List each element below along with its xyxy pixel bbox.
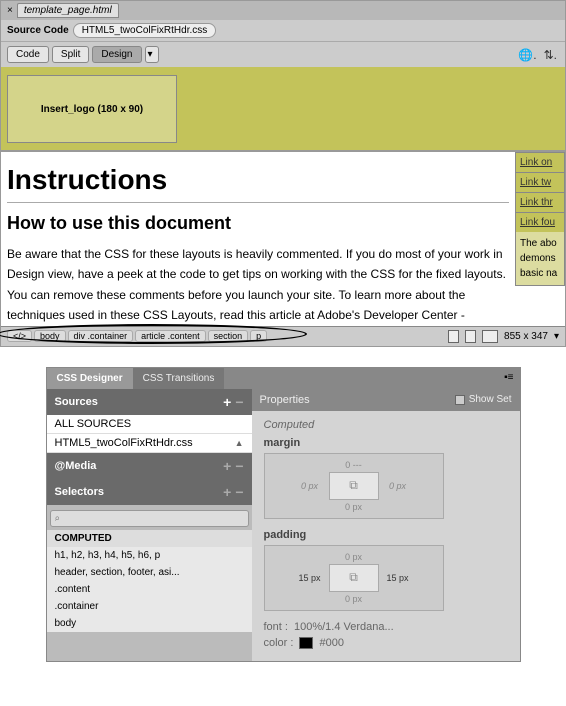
link-icon[interactable]: ⧉ [349, 570, 358, 585]
selector-row[interactable]: header, section, footer, asi... [47, 564, 252, 581]
right-sidebar: Link on Link tw Link thr Link fou The ab… [515, 152, 565, 326]
properties-column: Properties Show Set Computed margin 0 --… [252, 389, 520, 661]
globe-icon[interactable]: 🌐. [516, 48, 538, 62]
tag-crumb[interactable]: div .container [68, 330, 134, 342]
search-input[interactable] [50, 510, 249, 527]
editor-window: × template_page.html Source Code HTML5_t… [0, 0, 566, 347]
computed-category: Computed [264, 419, 508, 431]
color-property-row[interactable]: color : #000 [264, 637, 508, 649]
computed-row[interactable]: COMPUTED [47, 530, 252, 547]
tag-crumb[interactable]: p [250, 330, 267, 342]
padding-top-value[interactable]: 0 px [269, 550, 439, 564]
download-icon[interactable]: ⇅. [542, 48, 559, 62]
color-label: color : [264, 637, 294, 649]
tab-css-designer[interactable]: CSS Designer [47, 368, 133, 389]
remove-selector-icon[interactable]: − [235, 484, 243, 500]
page-header-banner: Insert_logo (180 x 90) [1, 67, 565, 152]
sidebar-link[interactable]: Link thr [515, 192, 565, 212]
tag-selector-bar: </> body div .container article .content… [1, 326, 565, 346]
padding-left-value[interactable]: 15 px [291, 573, 329, 583]
sources-header: Sources + − [47, 389, 252, 415]
tag-crumb[interactable]: body [34, 330, 66, 342]
selector-row[interactable]: body [47, 615, 252, 632]
add-source-icon[interactable]: + [223, 394, 231, 410]
design-view-button[interactable]: Design [92, 46, 141, 63]
logo-placeholder[interactable]: Insert_logo (180 x 90) [7, 75, 177, 143]
selector-row[interactable]: .content [47, 581, 252, 598]
design-canvas: Insert_logo (180 x 90) Instructions How … [1, 67, 565, 326]
related-files-bar: Source Code HTML5_twoColFixRtHdr.css [1, 20, 565, 41]
selectors-label: Selectors [55, 486, 105, 498]
source-row[interactable]: HTML5_twoColFixRtHdr.css▲ [47, 434, 252, 453]
panel-left-column: Sources + − ALL SOURCES HTML5_twoColFixR… [47, 389, 252, 661]
main-content[interactable]: Instructions How to use this document Be… [1, 152, 515, 326]
tag-crumb[interactable]: section [208, 330, 249, 342]
media-header[interactable]: @Media + − [47, 453, 252, 479]
selectors-header: Selectors + − [47, 479, 252, 505]
code-view-button[interactable]: Code [7, 46, 49, 63]
title-bar: × template_page.html [1, 1, 565, 20]
split-view-button[interactable]: Split [52, 46, 89, 63]
sources-list: ALL SOURCES HTML5_twoColFixRtHdr.css▲ [47, 415, 252, 453]
padding-label: padding [264, 529, 508, 541]
add-selector-icon[interactable]: + [223, 484, 231, 500]
properties-label: Properties [260, 394, 310, 406]
padding-bottom-value[interactable]: 0 px [269, 592, 439, 606]
font-property-row[interactable]: font : 100%/1.4 Verdana... [264, 621, 508, 633]
sidebar-link[interactable]: Link tw [515, 172, 565, 192]
media-label: @Media [55, 460, 97, 472]
source-code-button[interactable]: Source Code [7, 25, 69, 36]
view-mode-bar: Code Split Design ▾ 🌐. ⇅. [1, 41, 565, 67]
device-icon[interactable] [448, 330, 459, 343]
scroll-up-icon[interactable]: ▲ [235, 438, 244, 448]
properties-header: Properties Show Set [252, 389, 520, 411]
color-swatch[interactable] [299, 637, 313, 649]
checkbox-icon[interactable] [455, 395, 465, 405]
device-icon[interactable] [465, 330, 476, 343]
heading-1: Instructions [7, 164, 509, 196]
selector-row[interactable]: .container [47, 598, 252, 615]
tag-crumb[interactable]: article .content [135, 330, 206, 342]
heading-2: How to use this document [7, 213, 509, 234]
sidebar-link[interactable]: Link fou [515, 212, 565, 232]
margin-left-value[interactable]: 0 px [291, 481, 329, 491]
sources-label: Sources [55, 396, 98, 408]
divider [7, 202, 509, 203]
selectors-list: COMPUTED h1, h2, h3, h4, h5, h6, p heade… [47, 530, 252, 632]
device-icon[interactable] [482, 330, 498, 343]
panel-menu-icon[interactable]: ▪≡ [498, 368, 519, 389]
margin-top-value[interactable]: 0 --- [269, 458, 439, 472]
chevron-down-icon[interactable]: ▾ [554, 331, 559, 342]
tab-css-transitions[interactable]: CSS Transitions [133, 368, 225, 389]
selector-search [47, 505, 252, 530]
tag-code-icon[interactable]: </> [7, 330, 32, 342]
sidebar-text: The abo demons basic na [515, 232, 565, 286]
css-designer-panel: CSS Designer CSS Transitions ▪≡ Sources … [46, 367, 521, 662]
source-row[interactable]: ALL SOURCES [47, 415, 252, 434]
font-label: font : [264, 621, 288, 633]
selector-row[interactable]: h1, h2, h3, h4, h5, h6, p [47, 547, 252, 564]
sidebar-link[interactable]: Link on [515, 152, 565, 172]
link-icon[interactable]: ⧉ [349, 478, 358, 493]
body-paragraph: Be aware that the CSS for these layouts … [7, 244, 509, 326]
margin-label: margin [264, 437, 508, 449]
document-tab[interactable]: template_page.html [17, 3, 119, 18]
design-dropdown-icon[interactable]: ▾ [145, 46, 159, 63]
font-value[interactable]: 100%/1.4 Verdana... [294, 621, 394, 633]
margin-box-model[interactable]: 0 --- 0 px ⧉ 0 px 0 px [264, 453, 444, 519]
panel-tabs: CSS Designer CSS Transitions ▪≡ [47, 368, 520, 389]
close-icon[interactable]: × [7, 5, 13, 16]
padding-right-value[interactable]: 15 px [379, 573, 417, 583]
remove-media-icon[interactable]: − [235, 458, 243, 474]
related-file-pill[interactable]: HTML5_twoColFixRtHdr.css [73, 23, 217, 38]
remove-source-icon[interactable]: − [235, 394, 243, 410]
margin-right-value[interactable]: 0 px [379, 481, 417, 491]
window-size-label[interactable]: 855 x 347 [504, 331, 548, 342]
show-set-toggle[interactable]: Show Set [455, 394, 512, 405]
margin-bottom-value[interactable]: 0 px [269, 500, 439, 514]
padding-box-model[interactable]: 0 px 15 px ⧉ 15 px 0 px [264, 545, 444, 611]
add-media-icon[interactable]: + [223, 458, 231, 474]
color-value[interactable]: #000 [319, 637, 343, 649]
